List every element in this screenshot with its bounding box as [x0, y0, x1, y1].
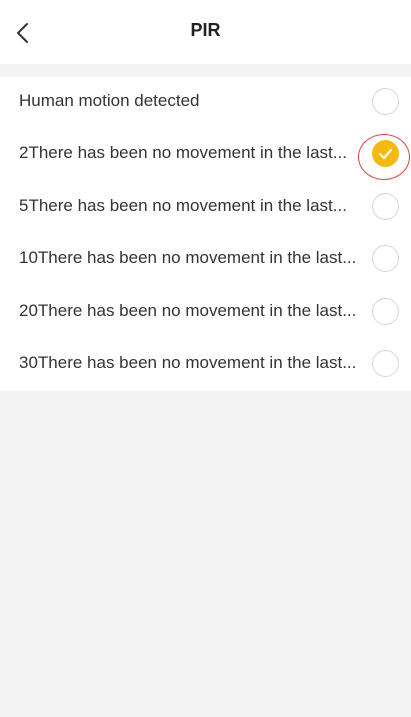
pir-option-list: Human motion detected 2There has been no… [0, 77, 411, 391]
option-no-movement-10[interactable]: 10There has been no movement in the last… [0, 234, 411, 284]
option-label: 5There has been no movement in the last.… [19, 196, 347, 215]
radio-unchecked-icon[interactable] [372, 245, 399, 272]
option-no-movement-5[interactable]: 5There has been no movement in the last.… [0, 182, 411, 232]
radio-unchecked-icon[interactable] [372, 193, 399, 220]
option-no-movement-20[interactable]: 20There has been no movement in the last… [0, 287, 411, 337]
option-label: 20There has been no movement in the last… [19, 301, 357, 320]
page-title: PIR [190, 20, 221, 40]
option-label: Human motion detected [19, 91, 200, 110]
radio-unchecked-icon[interactable] [372, 298, 399, 325]
option-human-motion[interactable]: Human motion detected [0, 77, 411, 127]
option-no-movement-2[interactable]: 2There has been no movement in the last.… [0, 129, 411, 179]
option-label: 10There has been no movement in the last… [19, 248, 357, 267]
option-no-movement-30[interactable]: 30There has been no movement in the last… [0, 339, 411, 389]
checkmark-icon [378, 148, 393, 160]
radio-unchecked-icon[interactable] [372, 88, 399, 115]
option-label: 2There has been no movement in the last.… [19, 143, 347, 162]
option-label: 30There has been no movement in the last… [19, 353, 357, 372]
top-navigation-bar: PIR [0, 0, 411, 64]
radio-checked-icon[interactable] [372, 140, 399, 167]
radio-unchecked-icon[interactable] [372, 350, 399, 377]
